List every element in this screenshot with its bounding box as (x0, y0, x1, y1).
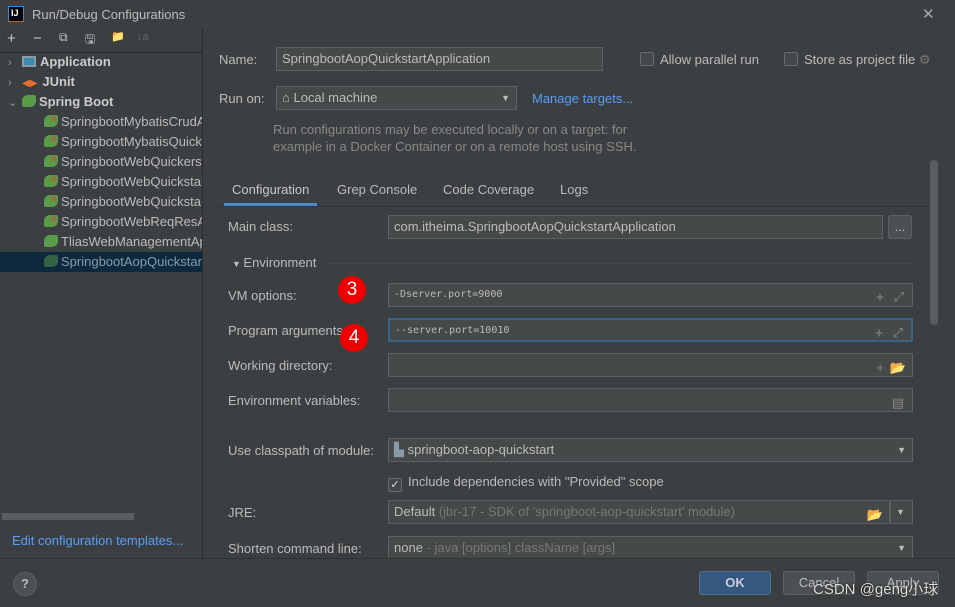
module-icon: ▙ (394, 442, 408, 457)
ok-button[interactable]: OK (699, 571, 771, 595)
program-arguments-label: Program arguments: (228, 323, 347, 338)
help-button[interactable]: ? (13, 572, 37, 596)
chevron-right-icon: › (8, 77, 12, 89)
jre-select[interactable]: Default (jbr-17 - SDK of 'springboot-aop… (388, 500, 890, 524)
tab-code-coverage[interactable]: Code Coverage (435, 178, 542, 206)
dropdown-arrow-icon: ▼ (897, 445, 906, 455)
remove-icon[interactable]: − (33, 30, 42, 47)
tree-item-selected[interactable]: SpringbootAopQuickstartApplication (0, 252, 202, 272)
shorten-command-select[interactable]: none - java [options] className [args] ▼ (388, 536, 913, 560)
copy-icon[interactable]: ⧉ (59, 30, 68, 45)
tree-item[interactable]: SpringbootWebQuickstartApplication (0, 172, 202, 192)
spring-boot-icon (44, 235, 58, 247)
tab-configuration[interactable]: Configuration (224, 178, 318, 206)
spring-boot-error-icon (44, 192, 58, 209)
tab-logs[interactable]: Logs (552, 178, 596, 206)
allow-parallel-checkbox[interactable]: Allow parallel run (640, 52, 759, 67)
run-on-label: Run on: (219, 91, 265, 106)
tree-group-spring-boot[interactable]: ⌄ Spring Boot (0, 92, 202, 112)
tree-item[interactable]: SpringbootMybatisCrudApplication (0, 112, 202, 132)
chevron-down-icon: ▼ (232, 259, 244, 269)
plus-icon[interactable]: + (876, 287, 884, 306)
classpath-label: Use classpath of module: (228, 443, 374, 458)
environment-variables-input[interactable]: ▤ (388, 388, 913, 412)
close-button[interactable]: ✕ (922, 5, 935, 23)
spring-boot-error-icon (44, 152, 58, 169)
main-class-input[interactable]: com.itheima.SpringbootAopQuickstartAppli… (388, 215, 883, 239)
sort-icon[interactable]: ↓a (137, 31, 149, 43)
chevron-down-icon: ⌄ (8, 97, 18, 109)
dropdown-arrow-icon: ▼ (897, 543, 906, 553)
folder-icon[interactable]: 📁 (111, 30, 125, 43)
tree-group-junit[interactable]: › ◀▶ JUnit (0, 72, 202, 92)
store-project-checkbox[interactable]: Store as project file ⚙ (784, 52, 931, 68)
gear-icon[interactable]: ⚙ (919, 52, 931, 67)
spring-boot-error-icon (44, 112, 58, 129)
plus-icon[interactable]: + (875, 323, 883, 340)
manage-targets-link[interactable]: Manage targets... (532, 91, 633, 106)
folder-icon[interactable]: 📂 (890, 357, 906, 376)
spring-boot-icon (44, 255, 58, 267)
expand-icon[interactable]: ⤢ (893, 323, 903, 340)
edit-templates-link[interactable]: Edit configuration templates... (12, 533, 183, 548)
classpath-select[interactable]: ▙ springboot-aop-quickstart ▼ (388, 438, 913, 462)
dropdown-arrow-icon: ▼ (501, 93, 510, 103)
chevron-right-icon: › (8, 57, 12, 69)
vm-options-label: VM options: (228, 288, 297, 303)
title-bar: IJ Run/Debug Configurations ✕ (0, 0, 955, 28)
browse-button[interactable]: ... (888, 215, 912, 239)
name-label: Name: (219, 52, 258, 67)
junit-icon: ◀▶ (22, 78, 38, 89)
shorten-command-label: Shorten command line: (228, 541, 362, 556)
watermark: CSDN @geng小球 (813, 581, 939, 598)
environment-section[interactable]: ▼ Environment (232, 255, 316, 270)
application-icon (22, 56, 36, 67)
plus-icon[interactable]: + (876, 357, 884, 376)
working-directory-label: Working directory: (228, 358, 333, 373)
spring-boot-icon (22, 95, 36, 107)
annotation-marker: 3 (338, 276, 366, 304)
main-class-label: Main class: (228, 219, 294, 234)
help-text-2: example in a Docker Container or on a re… (273, 139, 637, 154)
tree-item[interactable]: SpringbootWebQuickerstartApplication (0, 152, 202, 172)
tree-item[interactable]: SpringbootMybatisQuickstartApplication (0, 132, 202, 152)
tab-grep-console[interactable]: Grep Console (329, 178, 425, 206)
home-icon: ⌂ (282, 90, 294, 105)
tree-item[interactable]: TliasWebManagementApplication (0, 232, 202, 252)
window-title: Run/Debug Configurations (32, 7, 186, 22)
jre-dropdown-button[interactable]: ▼ (890, 500, 913, 524)
config-tree-panel: + − ⧉ 🖫 📁 ↓a › Application › ◀▶ JUnit ⌄ Spri… (0, 28, 203, 558)
working-directory-input[interactable]: + 📂 (388, 353, 913, 377)
include-deps-checkbox[interactable]: ✓ Include dependencies with "Provided" sc… (388, 474, 664, 492)
tree-group-application[interactable]: › Application (0, 52, 202, 72)
spring-boot-error-icon (44, 172, 58, 189)
horizontal-scrollbar[interactable] (2, 513, 134, 520)
program-arguments-input[interactable]: --server.port=10010 + ⤢ (388, 318, 913, 342)
vertical-scrollbar[interactable] (930, 160, 938, 325)
tree-item[interactable]: SpringbootWebQuickstartApplication (0, 192, 202, 212)
help-text-1: Run configurations may be executed local… (273, 122, 628, 137)
spring-boot-error-icon (44, 132, 58, 149)
environment-variables-label: Environment variables: (228, 393, 361, 408)
expand-icon[interactable]: ⤢ (894, 287, 904, 306)
folder-icon[interactable]: 📂 (867, 504, 883, 523)
document-icon[interactable]: ▤ (892, 392, 904, 411)
jre-label: JRE: (228, 505, 257, 520)
app-logo: IJ (8, 6, 24, 22)
run-on-select[interactable]: ⌂ Local machine ▼ (276, 86, 517, 110)
name-input[interactable]: SpringbootAopQuickstartApplication (276, 47, 603, 71)
spring-boot-error-icon (44, 212, 58, 229)
vm-options-input[interactable]: -Dserver.port=9000 + ⤢ (388, 283, 913, 307)
tree-item[interactable]: SpringbootWebReqResApplication (0, 212, 202, 232)
annotation-marker: 4 (340, 324, 368, 352)
save-icon[interactable]: 🖫 (85, 30, 95, 51)
add-icon[interactable]: + (7, 30, 16, 47)
